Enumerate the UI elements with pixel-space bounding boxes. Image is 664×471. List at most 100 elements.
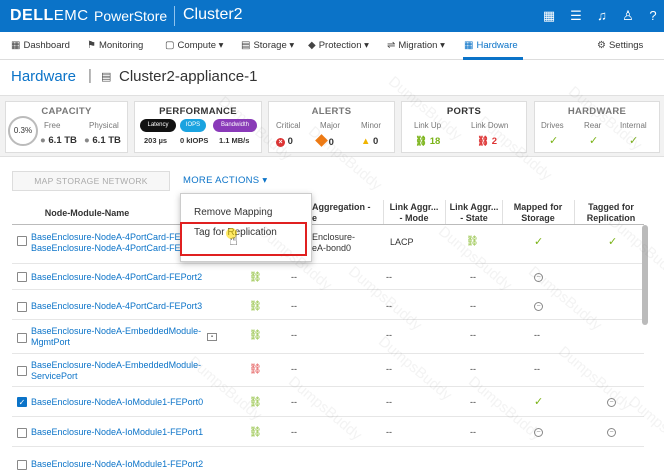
row-name-link[interactable]: BaseEnclosure-NodeA-IoModule1-FEPort2 [31, 459, 203, 470]
row-divider [12, 319, 644, 320]
nav-hardware[interactable]: ▦ Hardware [464, 40, 518, 51]
row-name-link[interactable]: BaseEnclosure-NodeA-4PortCard-FEPort3 [31, 301, 202, 312]
linkdown-value: ⛓ 2 [477, 136, 497, 147]
jobs-icon[interactable]: ☰ [568, 8, 584, 24]
main-nav: ▦ Dashboard ⚑ Monitoring ▢ Compute ▾ ▤ Stora… [0, 32, 664, 60]
col-header-mapped[interactable]: Mapped for Storage [505, 202, 571, 224]
row-checkbox[interactable] [17, 272, 27, 282]
drives-label: Drives [541, 121, 564, 130]
latency-pill: Latency [140, 119, 176, 132]
row-name-link[interactable]: BaseEnclosure-NodeA-EmbeddedModule- Servi… [31, 360, 201, 382]
aggregation-name: Enclosure-eA-bond0 [312, 232, 356, 253]
nav-monitoring[interactable]: ⚑ Monitoring [87, 40, 143, 51]
hardware-icon: ▦ [464, 40, 474, 51]
nav-settings[interactable]: ⚙ Settings [597, 40, 643, 51]
menu-item-remove-mapping[interactable]: Remove Mapping [194, 207, 272, 218]
row-divider [12, 353, 644, 354]
row-checkbox[interactable] [17, 366, 27, 376]
row-divider [12, 446, 644, 447]
appliance-icon: ▤ [101, 71, 112, 83]
cell-empty: -- [291, 301, 297, 311]
linkup-label: Link Up [414, 121, 442, 130]
row-name-link[interactable]: BaseEnclosure-NodeA-4PortCard-FEPort2 [31, 272, 202, 283]
col-divider [383, 200, 384, 224]
cell-empty: -- [386, 397, 392, 407]
drives-ok-icon: ✓ [549, 135, 559, 147]
table-scrollbar[interactable] [642, 225, 648, 325]
row-name-link[interactable]: BaseEnclosure-NodeA-IoModule1-FEPort0 [31, 397, 203, 408]
row-checkbox[interactable] [17, 460, 27, 470]
link-up-icon: ⛓ [249, 301, 262, 312]
cell-empty: -- [386, 427, 392, 437]
row-name-link[interactable]: BaseEnclosure-NodeA-4PortCard-FE BaseEncl… [31, 232, 181, 254]
cell-empty: -- [470, 272, 476, 282]
shield-icon: ◆ [308, 40, 316, 51]
more-actions-dropdown[interactable]: MORE ACTIONS ▾ [183, 175, 267, 186]
nav-protection[interactable]: ◆ Protection ▾ [308, 40, 369, 51]
hardware-title: HARDWARE [567, 106, 627, 117]
link-up-icon: ⛓ [466, 236, 479, 247]
latency-value: 203 µs [144, 136, 168, 145]
user-icon[interactable]: ♙ [620, 8, 636, 24]
nav-migration[interactable]: ⇌ Migration ▾ [387, 40, 445, 51]
col-header-mode[interactable]: Link Aggr... - Mode [385, 202, 443, 224]
cell-empty: -- [291, 272, 297, 282]
col-header-state[interactable]: Link Aggr... - State [447, 202, 501, 224]
cell-empty: -- [470, 364, 476, 374]
critical-label: Critical [276, 121, 301, 130]
row-checkbox[interactable] [17, 302, 27, 312]
page-title[interactable]: Hardware [11, 68, 76, 85]
nav-storage[interactable]: ▤ Storage ▾ [241, 40, 294, 51]
cell-empty: -- [470, 301, 476, 311]
col-divider [502, 200, 503, 224]
brand-logo: DELLEMC [10, 7, 89, 25]
col-divider [445, 200, 446, 224]
capacity-ring: 0.3% [8, 116, 38, 146]
cell-empty: -- [291, 364, 297, 374]
row-name-link[interactable]: BaseEnclosure-NodeA-EmbeddedModule- MgmtP… [31, 326, 201, 348]
broken-link-icon: ⛓ [477, 136, 490, 147]
row-divider [12, 386, 644, 387]
critical-icon: × [276, 138, 285, 147]
internal-label: Internal [620, 121, 647, 130]
link-up-icon: ⛓ [249, 330, 262, 341]
linkdown-label: Link Down [471, 121, 509, 130]
link-icon: ⛓ [415, 136, 428, 147]
not-tagged-icon: − [607, 428, 616, 437]
brand-dell: DELL [10, 7, 54, 24]
product-name: PowerStore [94, 8, 168, 24]
cell-empty: -- [291, 330, 297, 340]
link-up-icon: ⛓ [249, 397, 262, 408]
cell-empty: -- [386, 330, 392, 340]
not-mapped-icon: − [534, 302, 543, 311]
row-checkbox[interactable] [17, 428, 27, 438]
grid-icon[interactable]: ▦ [541, 8, 557, 24]
nav-dashboard[interactable]: ▦ Dashboard [11, 40, 70, 51]
bell-icon[interactable]: ♫ [594, 8, 610, 24]
ports-title: PORTS [446, 106, 482, 117]
col-header-tagged[interactable]: Tagged for Replication [578, 202, 644, 224]
row-checkbox[interactable] [17, 333, 27, 343]
cell-empty: -- [386, 272, 392, 282]
nav-compute[interactable]: ▢ Compute ▾ [165, 40, 223, 51]
row-name-link[interactable]: BaseEnclosure-NodeA-IoModule1-FEPort1 [31, 427, 203, 438]
hand-cursor-icon: ☝ [229, 232, 239, 249]
col-header-name[interactable]: Node-Module-Name [40, 208, 134, 219]
iops-value: 0 kIOPS [180, 136, 209, 145]
col-header-aggregation[interactable]: Aggregation -e [312, 202, 376, 224]
map-storage-network-button[interactable]: MAP STORAGE NETWORK [12, 171, 170, 191]
highlight-box [180, 222, 307, 256]
link-up-icon: ⛓ [249, 272, 262, 283]
compute-icon: ▢ [165, 40, 175, 51]
cell-empty: -- [470, 330, 476, 340]
row-checkbox-checked[interactable]: ✓ [17, 397, 27, 407]
iops-pill: IOPS [180, 119, 206, 132]
row-checkbox[interactable] [17, 236, 27, 246]
top-bar: DELLEMC PowerStore Cluster2 ▦ ☰ ♫ ♙ ? [0, 0, 664, 32]
internal-ok-icon: ✓ [629, 135, 639, 147]
aggregation-mode: LACP [390, 237, 414, 247]
row-divider [12, 416, 644, 417]
not-mapped-icon: − [534, 428, 543, 437]
help-icon[interactable]: ? [645, 8, 661, 24]
cell-empty: -- [291, 427, 297, 437]
